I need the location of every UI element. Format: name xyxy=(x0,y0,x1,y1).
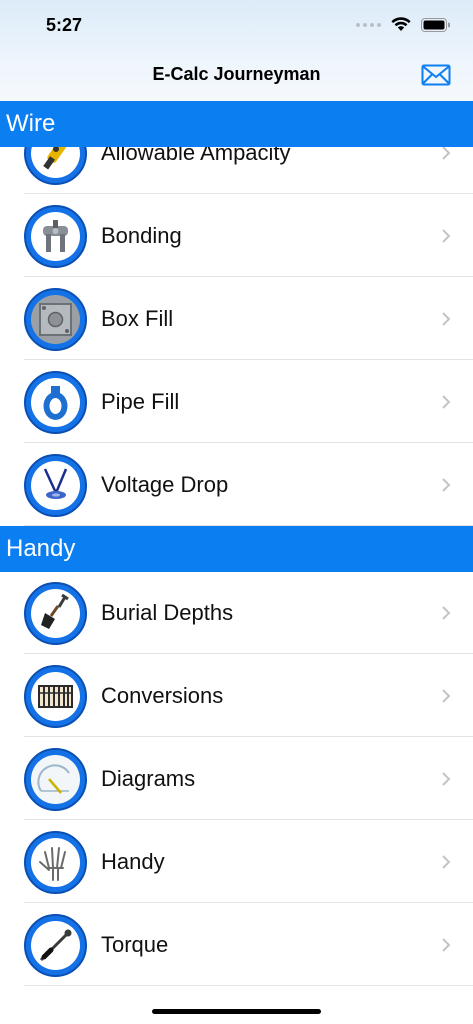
chevron-right-icon xyxy=(442,772,451,786)
row-divider xyxy=(24,985,473,986)
icon-ring xyxy=(24,748,87,811)
chevron-right-icon xyxy=(442,938,451,952)
icon-ring xyxy=(24,288,87,351)
handy-list: Burial Depths Conversions Diagrams Handy… xyxy=(0,572,473,987)
abacus-icon xyxy=(38,685,73,708)
list-item-label: Conversions xyxy=(101,683,224,708)
chevron-right-icon xyxy=(442,606,451,620)
row-divider xyxy=(24,819,473,820)
pipe-fitting-icon xyxy=(43,386,68,420)
list-item-allowable-ampacity[interactable]: Allowable Ampacity xyxy=(0,147,473,194)
list-item-box-fill[interactable]: Box Fill xyxy=(0,278,473,360)
list-item-torque[interactable]: Torque xyxy=(0,904,473,986)
mail-icon[interactable] xyxy=(421,64,451,86)
section-header-handy: Handy xyxy=(0,526,473,572)
list-item-handy[interactable]: Handy xyxy=(0,821,473,903)
icon-ring xyxy=(24,147,87,185)
list-item-label: Handy xyxy=(101,849,165,874)
junction-box-icon xyxy=(39,303,72,336)
chevron-right-icon xyxy=(442,478,451,492)
list-item-label: Voltage Drop xyxy=(101,472,229,497)
status-icons xyxy=(356,17,451,32)
row-divider xyxy=(24,736,473,737)
list-item-label: Pipe Fill xyxy=(101,389,180,414)
icon-ring xyxy=(24,582,87,645)
row-divider xyxy=(24,653,473,654)
chevron-right-icon xyxy=(442,855,451,869)
nav-title: E-Calc Journeyman xyxy=(152,64,321,84)
row-divider xyxy=(24,276,473,277)
list-item-voltage-drop[interactable]: Voltage Drop xyxy=(0,444,473,526)
row-divider xyxy=(24,359,473,360)
list-item-label: Diagrams xyxy=(101,766,196,791)
list-item-label: Box Fill xyxy=(101,306,174,331)
list-item-label: Bonding xyxy=(101,223,182,248)
list-item-bonding[interactable]: Bonding xyxy=(0,195,473,277)
icon-ring xyxy=(24,665,87,728)
chevron-right-icon xyxy=(442,689,451,703)
row-divider xyxy=(24,902,473,903)
wifi-icon xyxy=(391,17,411,31)
hand-xray-icon xyxy=(39,847,66,881)
wire-list: Allowable Ampacity Bonding Box Fill Pipe… xyxy=(0,147,473,526)
shovel-icon xyxy=(41,593,69,629)
list-item-burial-depths[interactable]: Burial Depths xyxy=(0,572,473,654)
protractor-icon xyxy=(37,764,70,794)
row-divider xyxy=(24,193,473,194)
icon-ring xyxy=(24,454,87,517)
cellular-signal-icon xyxy=(356,22,381,27)
list-item-label: Allowable Ampacity xyxy=(101,147,291,165)
bonding-clamp-icon xyxy=(43,220,68,252)
icon-ring xyxy=(24,371,87,434)
ampacity-icon xyxy=(43,147,69,170)
list-item-pipe-fill[interactable]: Pipe Fill xyxy=(0,361,473,443)
home-indicator[interactable] xyxy=(152,1009,321,1014)
list-item-conversions[interactable]: Conversions xyxy=(0,655,473,737)
list-item-diagrams[interactable]: Diagrams xyxy=(0,738,473,820)
top-bar: 5:27 E-Calc Journeyman xyxy=(0,0,473,101)
icon-ring xyxy=(24,914,87,977)
section-header-wire: Wire xyxy=(0,101,473,147)
icon-ring xyxy=(24,205,87,268)
list-item-label: Torque xyxy=(101,932,169,957)
row-divider xyxy=(24,442,473,443)
chevron-right-icon xyxy=(442,312,451,326)
torque-wrench-icon xyxy=(39,929,72,962)
list-item-label: Burial Depths xyxy=(101,600,234,625)
icon-ring xyxy=(24,831,87,894)
battery-icon xyxy=(421,17,450,32)
chevron-right-icon xyxy=(442,395,451,409)
chevron-right-icon xyxy=(442,229,451,243)
status-time: 5:27 xyxy=(46,15,83,35)
chevron-right-icon xyxy=(442,147,451,160)
voltage-drop-icon xyxy=(43,468,68,499)
